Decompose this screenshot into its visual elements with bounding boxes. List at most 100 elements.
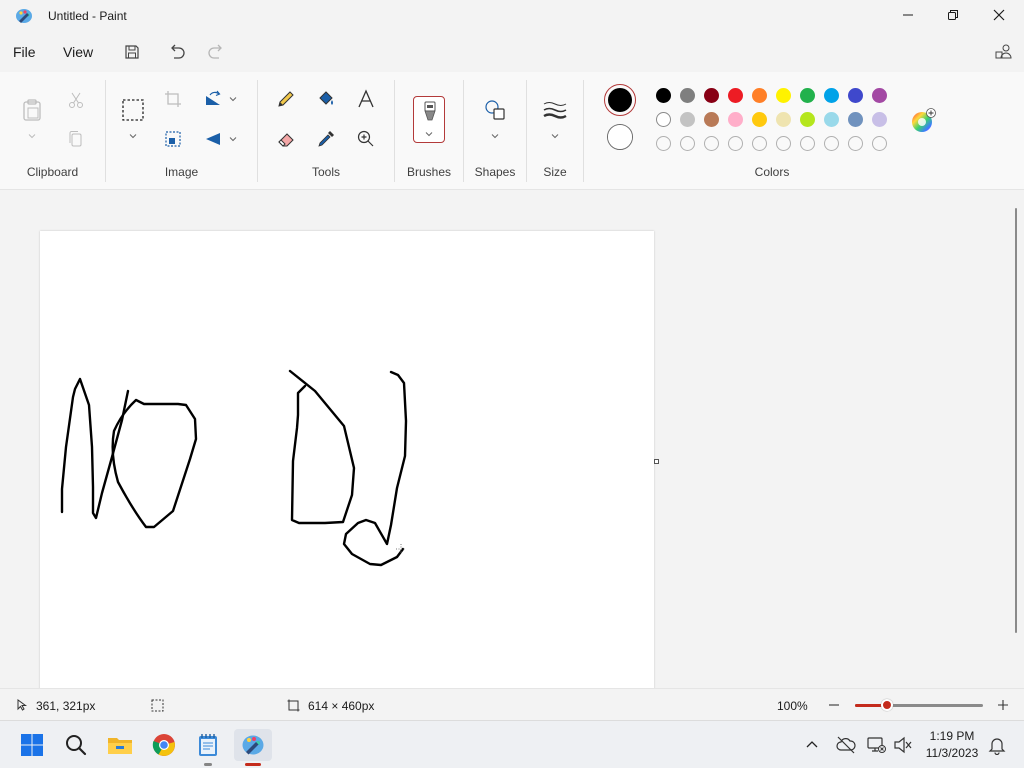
zoom-slider-thumb[interactable] [881, 699, 893, 711]
brushes-button[interactable] [413, 96, 445, 143]
color-swatch[interactable] [776, 112, 791, 127]
color-swatch[interactable] [752, 112, 767, 127]
cursor-position: 361, 321px [36, 699, 96, 713]
color-swatch[interactable] [824, 88, 839, 103]
crop-button[interactable] [159, 85, 187, 113]
color-swatch[interactable] [656, 112, 671, 127]
volume-button[interactable] [893, 735, 913, 755]
shapes-chevron-icon[interactable] [490, 131, 500, 141]
cut-button[interactable] [62, 86, 90, 114]
size-button[interactable] [541, 96, 569, 124]
secondary-color-button[interactable] [607, 124, 633, 150]
color-swatch[interactable] [752, 88, 767, 103]
color-swatch[interactable] [872, 88, 887, 103]
color-swatch[interactable] [680, 88, 695, 103]
restore-button[interactable] [930, 0, 976, 30]
minimize-button[interactable] [885, 0, 931, 30]
color-swatch[interactable] [848, 88, 863, 103]
size-chevron-icon[interactable] [550, 131, 560, 141]
file-explorer-button[interactable] [104, 729, 136, 761]
color-swatch[interactable] [776, 136, 791, 151]
color-swatch[interactable] [800, 136, 815, 151]
account-button[interactable] [992, 40, 1016, 64]
rotate-chevron-icon[interactable] [228, 94, 238, 104]
fill-button[interactable] [312, 85, 340, 113]
file-menu[interactable]: File [13, 44, 36, 60]
flip-button[interactable] [199, 125, 227, 153]
paste-chevron-icon[interactable] [27, 131, 37, 141]
undo-button[interactable] [165, 40, 189, 64]
search-button[interactable] [60, 729, 92, 761]
color-swatch[interactable] [728, 88, 743, 103]
resize-button[interactable] [159, 125, 187, 153]
notifications-button[interactable] [987, 735, 1007, 756]
primary-color-button[interactable] [604, 84, 636, 116]
color-swatch[interactable] [728, 112, 743, 127]
color-swatch[interactable] [704, 136, 719, 151]
color-swatch[interactable] [848, 136, 863, 151]
network-button[interactable] [866, 735, 886, 755]
start-button[interactable] [16, 729, 48, 761]
color-swatch[interactable] [800, 88, 815, 103]
text-button[interactable] [352, 85, 380, 113]
shapes-icon [485, 100, 505, 120]
vertical-scrollbar[interactable] [1015, 208, 1017, 633]
paste-icon [23, 99, 41, 121]
eraser-button[interactable] [272, 125, 300, 153]
color-swatch[interactable] [704, 112, 719, 127]
rectangle-select-icon [122, 99, 144, 121]
restore-icon [948, 10, 958, 20]
chrome-button[interactable] [148, 729, 180, 761]
clipboard-label: Clipboard [26, 165, 79, 179]
zoom-slider[interactable] [855, 699, 983, 711]
flip-chevron-icon[interactable] [228, 134, 238, 144]
zoom-in-button[interactable] [996, 697, 1010, 713]
rotate-button[interactable] [199, 85, 227, 113]
select-chevron-icon[interactable] [128, 131, 138, 141]
color-swatch[interactable] [872, 112, 887, 127]
color-swatch[interactable] [776, 88, 791, 103]
show-hidden-icons-button[interactable] [804, 737, 820, 753]
color-swatch[interactable] [680, 112, 695, 127]
view-menu[interactable]: View [63, 44, 93, 60]
color-swatch[interactable] [704, 88, 719, 103]
color-picker-button[interactable] [312, 125, 340, 153]
menu-bar: File View [0, 32, 1024, 72]
color-swatch[interactable] [800, 112, 815, 127]
pencil-button[interactable] [272, 85, 300, 113]
paint-taskbar-button[interactable] [234, 729, 272, 761]
color-swatch[interactable] [824, 112, 839, 127]
copy-button[interactable] [62, 125, 90, 153]
paste-button[interactable] [18, 96, 46, 124]
color-swatch[interactable] [848, 112, 863, 127]
save-icon [125, 45, 139, 59]
save-button[interactable] [120, 40, 144, 64]
zoom-out-button[interactable] [827, 697, 841, 713]
magnifier-button[interactable] [352, 125, 380, 153]
drawing-canvas[interactable] [40, 231, 654, 688]
color-swatch[interactable] [752, 136, 767, 151]
color-swatch[interactable] [656, 136, 671, 151]
folder-icon [108, 738, 132, 754]
clock-date[interactable]: 11/3/2023 [918, 746, 986, 760]
image-label: Image [164, 165, 199, 179]
select-button[interactable] [119, 96, 147, 124]
color-swatch[interactable] [872, 136, 887, 151]
close-button[interactable] [976, 0, 1022, 30]
selection-size-icon [151, 699, 164, 712]
edit-colors-button[interactable] [910, 108, 936, 132]
primary-color-swatch [608, 88, 632, 112]
onedrive-button[interactable] [836, 735, 856, 755]
shapes-button[interactable] [481, 96, 509, 124]
color-swatch[interactable] [824, 136, 839, 151]
color-swatch[interactable] [728, 136, 743, 151]
redo-icon [208, 44, 222, 59]
clock-time[interactable]: 1:19 PM [918, 729, 986, 743]
color-swatch[interactable] [656, 88, 671, 103]
redo-button[interactable] [204, 40, 228, 64]
image-group: Image [106, 72, 257, 190]
zoom-level[interactable]: 100% [777, 699, 808, 713]
notepad-button[interactable] [192, 729, 224, 761]
color-swatch[interactable] [680, 136, 695, 151]
canvas-resize-handle-right[interactable] [654, 459, 659, 464]
